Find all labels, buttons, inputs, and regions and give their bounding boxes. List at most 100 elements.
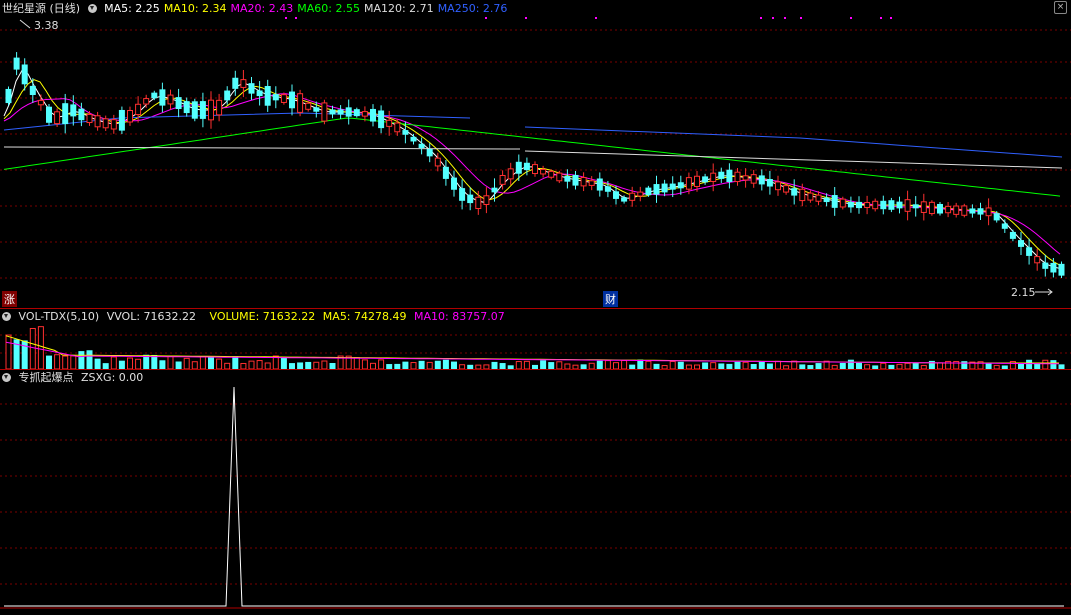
price-chart[interactable]: [0, 0, 1071, 307]
signal-dot: [485, 17, 487, 19]
candle-body: [1001, 223, 1008, 229]
candle-body: [596, 178, 603, 191]
candle-body: [232, 77, 239, 89]
candle-body: [54, 111, 61, 125]
candle-body: [208, 99, 214, 121]
volume-bar: [604, 360, 611, 369]
candle-body: [621, 197, 628, 202]
candle-body: [361, 111, 368, 117]
candle-body: [766, 179, 773, 187]
candle-body: [880, 200, 887, 210]
candle-body: [653, 184, 660, 195]
candle-body: [13, 57, 20, 70]
indicator-panel[interactable]: 专抓起爆点 ZSXG: 0.00: [0, 370, 1071, 615]
volume-bar: [70, 355, 77, 369]
volume-legend: VOL-TDX(5,10) VVOL: 71632.22 VOLUME: 716…: [2, 309, 509, 325]
signal-dot: [890, 17, 892, 19]
candle-body: [580, 176, 587, 187]
volume-bar: [183, 357, 190, 369]
candle-body: [791, 188, 798, 196]
candle-body: [532, 164, 538, 175]
candle-body: [677, 182, 684, 189]
candle-body: [70, 104, 77, 117]
candle-body: [21, 64, 28, 85]
candle-body: [86, 113, 93, 124]
candle-body: [548, 170, 555, 178]
candle-body: [102, 118, 109, 129]
candle-body: [321, 102, 328, 122]
volume-ma10-value: MA10: 83757.07: [414, 310, 505, 323]
low-arrow: [1035, 288, 1053, 296]
candle-body: [661, 183, 668, 193]
volume-menu-icon[interactable]: [2, 311, 11, 321]
signal-dot: [760, 17, 762, 19]
zhang-marker[interactable]: 涨: [2, 291, 17, 307]
volume-bar: [645, 360, 652, 369]
candle-body: [46, 106, 52, 123]
volume-bar: [637, 359, 644, 369]
candle-body: [78, 108, 85, 121]
indicator-menu-icon[interactable]: [2, 372, 11, 382]
candle-body: [272, 94, 279, 101]
candle-body: [394, 122, 401, 133]
close-icon[interactable]: ×: [1054, 1, 1067, 14]
high-arrow: [19, 19, 31, 29]
candle-body: [151, 92, 158, 99]
candle-body: [62, 103, 69, 125]
volume-bar: [5, 334, 12, 369]
candle-body: [507, 168, 514, 180]
cai-marker[interactable]: 财: [603, 291, 618, 307]
volume-bar: [110, 356, 117, 369]
candle-body: [426, 148, 433, 157]
candle-body: [993, 213, 1000, 221]
candle-body: [289, 91, 295, 109]
volume-bar: [248, 360, 255, 369]
candle-body: [1050, 262, 1057, 273]
volume-bar: [742, 361, 749, 369]
candle-body: [135, 103, 142, 116]
candle-body: [1058, 263, 1065, 276]
price-menu-icon[interactable]: [87, 3, 97, 13]
indicator-legend: 专抓起爆点 ZSXG: 0.00: [2, 370, 147, 386]
volume-bar: [378, 359, 385, 369]
candle-body: [831, 195, 838, 208]
candle-body: [313, 107, 320, 112]
price-panel[interactable]: 世纪星源 (日线) MA5: 2.25 MA10: 2.34 MA20: 2.43 M…: [0, 0, 1071, 307]
candle-body: [945, 205, 952, 214]
candle-body: [1018, 240, 1024, 247]
indicator-name: 专抓起爆点: [18, 371, 74, 384]
candle-body: [94, 115, 101, 128]
volume-bar: [191, 361, 198, 369]
candle-body: [442, 166, 449, 179]
candle-body: [523, 162, 530, 171]
volume-bar: [216, 358, 223, 369]
ma-legend-item: MA5: 2.25: [104, 2, 160, 15]
candle-body: [896, 201, 903, 209]
volume-bar: [232, 356, 239, 369]
vvol-value: VVOL: 71632.22: [106, 310, 197, 323]
volume-bar: [556, 361, 563, 369]
candle-body: [224, 90, 231, 101]
candle-body: [515, 161, 522, 174]
candle-body: [240, 79, 247, 88]
candle-body: [864, 202, 871, 208]
volume-bar: [167, 355, 174, 369]
volume-panel[interactable]: VOL-TDX(5,10) VVOL: 71632.22 VOLUME: 716…: [0, 309, 1071, 369]
volume-ma5-value: MA5: 74278.49: [322, 310, 407, 323]
candle-body: [904, 199, 911, 212]
volume-value: VOLUME: 71632.22: [209, 310, 316, 323]
candle-body: [839, 198, 846, 208]
signal-dot: [595, 17, 597, 19]
volume-bar: [734, 361, 741, 369]
candle-body: [305, 102, 312, 110]
volume-bar: [175, 361, 182, 369]
candle-body: [928, 201, 935, 215]
volume-bar: [361, 359, 368, 369]
candle-body: [564, 176, 571, 182]
candle-body: [329, 109, 336, 115]
volume-bar: [1050, 360, 1057, 369]
candle-body: [872, 200, 879, 210]
indicator-chart[interactable]: [0, 370, 1071, 615]
candle-body: [256, 90, 263, 97]
volume-bar: [523, 360, 530, 369]
